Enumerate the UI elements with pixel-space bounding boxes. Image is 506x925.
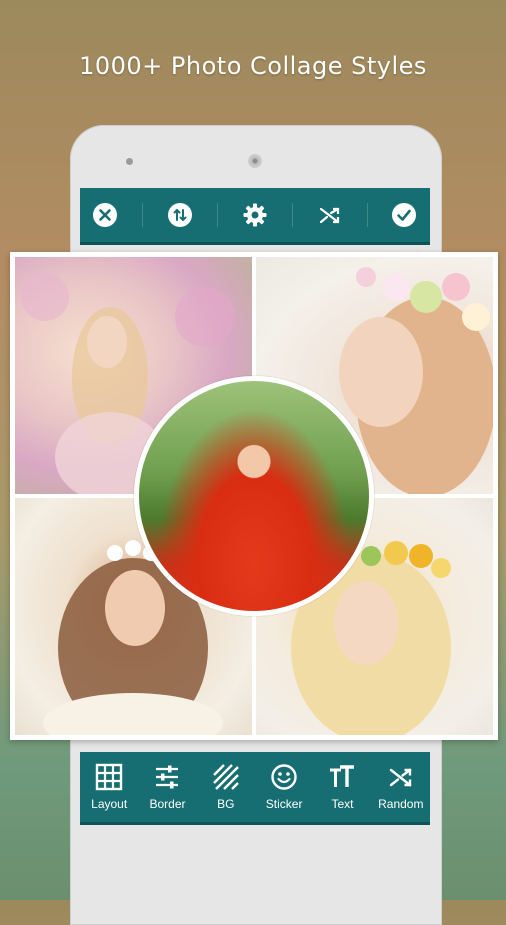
tool-label: Text [331,797,354,811]
settings-icon [243,203,267,227]
tool-label: Layout [91,797,128,811]
border-button[interactable]: Border [138,763,196,811]
tool-label: Border [149,797,186,811]
divider [291,203,293,227]
tool-label: Random [378,797,424,811]
settings-button[interactable] [241,201,269,229]
text-button[interactable]: Text [313,763,371,811]
divider [142,203,144,227]
phone-speaker [248,154,262,168]
tool-label: BG [217,797,235,811]
top-toolbar [80,188,430,245]
sticker-button[interactable]: Sticker [255,763,313,811]
swap-icon [168,203,193,227]
bottom-toolbar: Layout Border BG Sticker Text Random [80,752,430,825]
divider [366,203,368,227]
text-size-icon [330,765,355,787]
layout-button[interactable]: Layout [80,763,138,811]
swap-button[interactable] [166,201,194,229]
close-button[interactable] [91,201,119,229]
phone-camera [126,158,133,165]
diagonal-stripes-icon [212,764,239,790]
shuffle-button[interactable] [316,201,344,229]
check-icon [392,203,417,227]
random-button[interactable]: Random [372,763,430,811]
smiley-icon [271,764,297,790]
tool-label: Sticker [265,797,303,811]
close-icon [93,203,118,227]
divider [217,203,219,227]
shuffle-icon [389,768,411,787]
collage-cell-center-circle[interactable] [134,376,374,616]
background-button[interactable]: BG [197,763,255,811]
confirm-button[interactable] [390,201,418,229]
sliders-icon [156,765,179,789]
headline: 1000+ Photo Collage Styles [79,52,427,80]
shuffle-icon [319,207,339,224]
photo-collage [10,252,498,740]
grid-icon [95,763,123,791]
